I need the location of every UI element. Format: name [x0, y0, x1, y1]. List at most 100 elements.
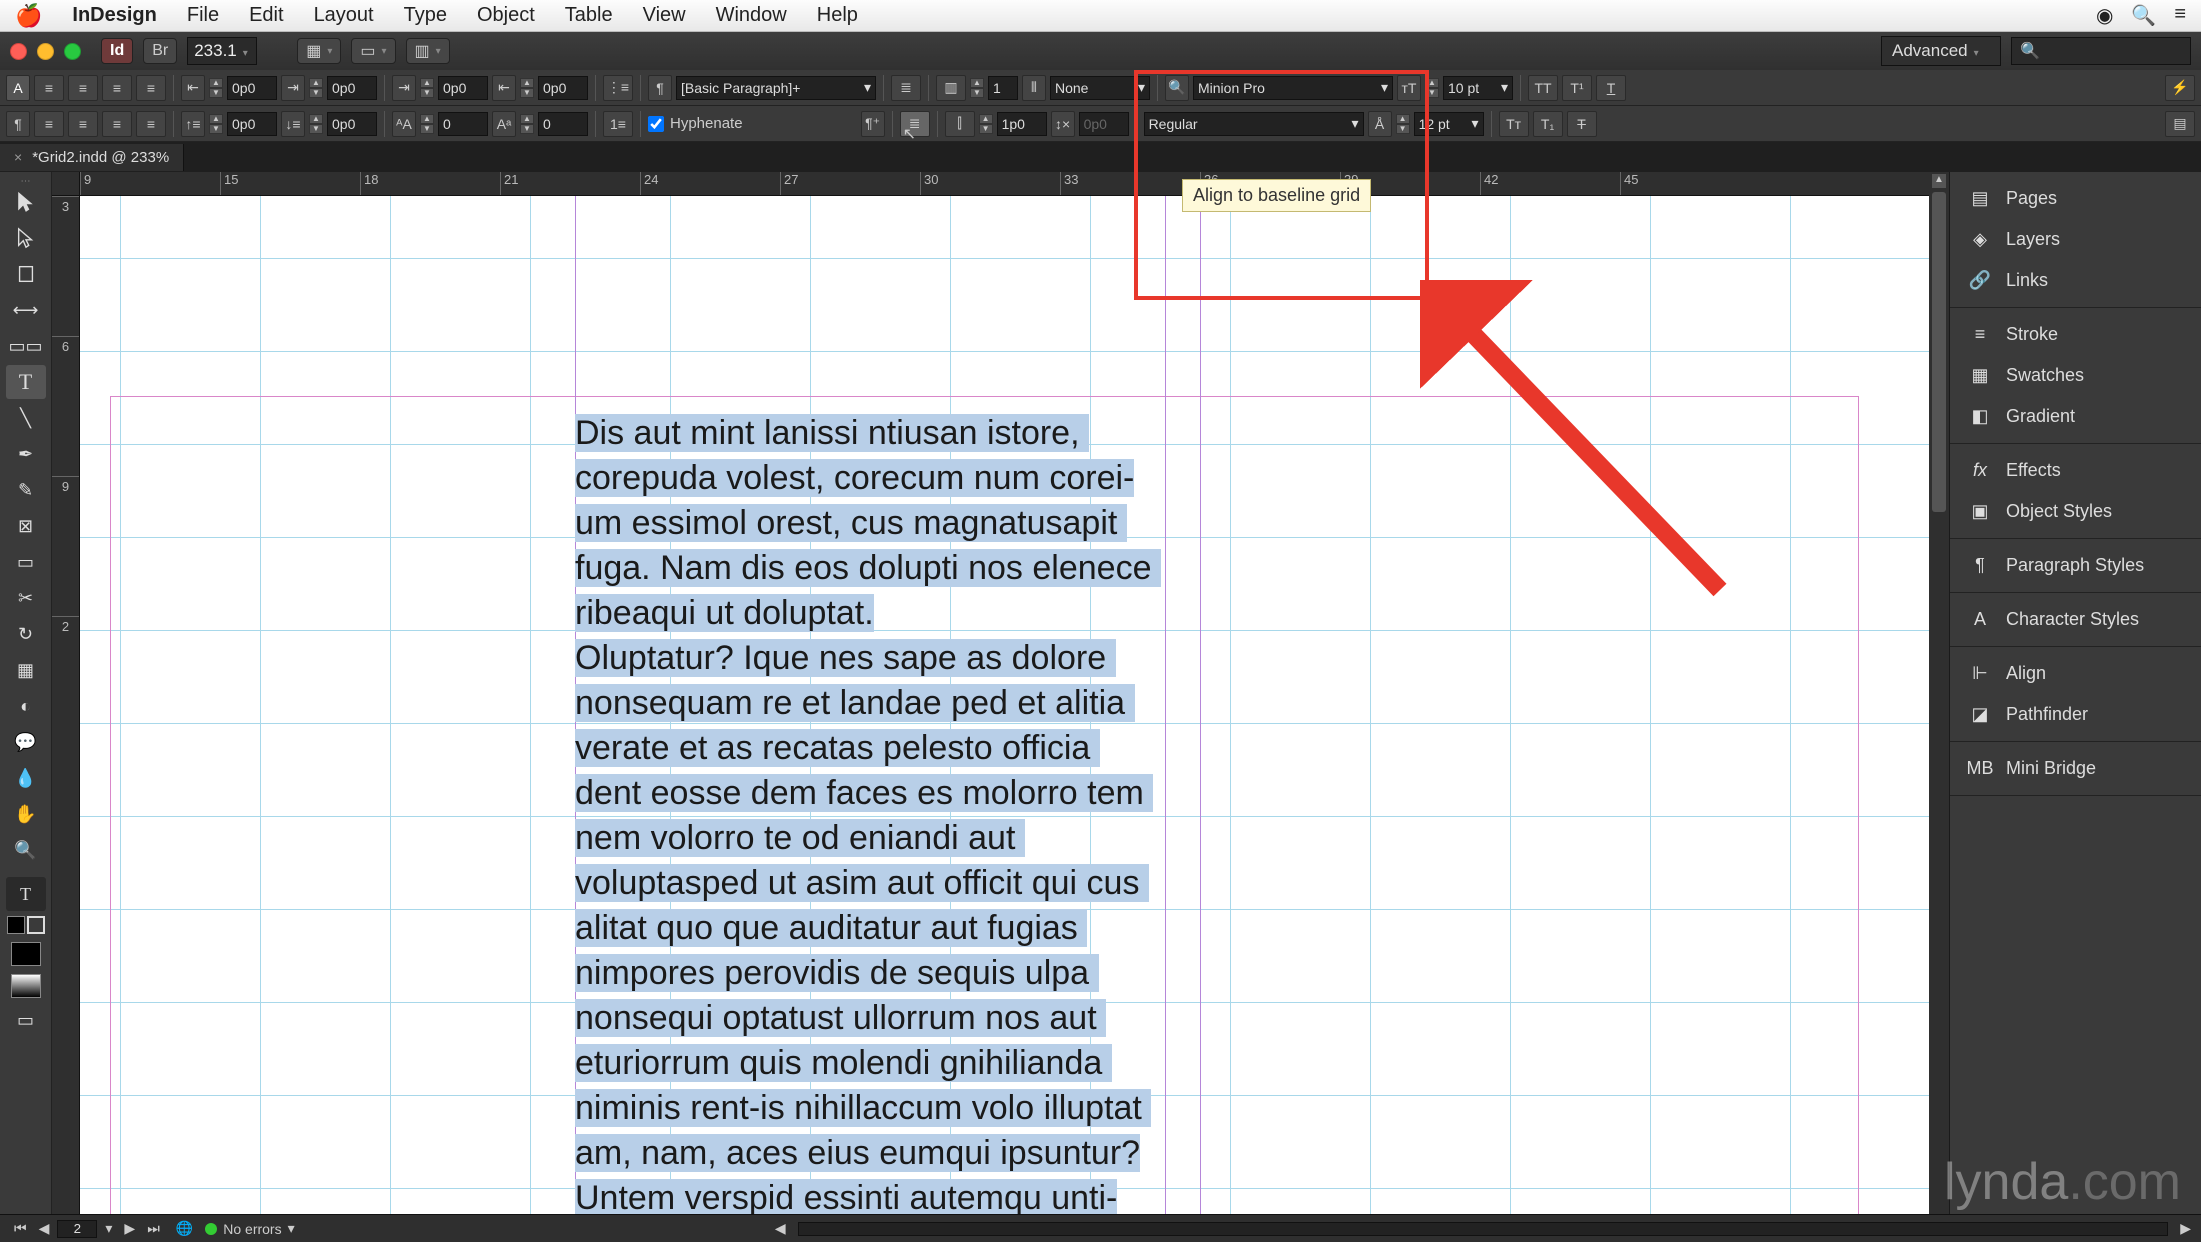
type-tool[interactable]: T	[6, 365, 46, 399]
last-page-icon[interactable]: ⏭	[143, 1220, 164, 1237]
hyphenate-checkbox[interactable]: Hyphenate	[648, 115, 743, 132]
space-before-input[interactable]	[227, 112, 277, 136]
small-caps-icon[interactable]: Tᴛ	[1499, 111, 1529, 137]
status-scroll-left-icon[interactable]: ◀	[775, 1220, 786, 1237]
font-size-dropdown[interactable]: 10 pt▾	[1443, 76, 1513, 100]
scissors-tool[interactable]: ✂	[6, 581, 46, 615]
drop-cap-chars-stepper[interactable]: ▲▼	[520, 114, 534, 134]
align-center-icon[interactable]: ≡	[68, 75, 98, 101]
last-line-stepper[interactable]: ▲▼	[520, 78, 534, 98]
open-file-icon[interactable]: 🌐	[176, 1220, 193, 1237]
window-close-button[interactable]	[10, 43, 27, 60]
pen-tool[interactable]: ✒	[6, 437, 46, 471]
columns-input[interactable]	[988, 76, 1018, 100]
indent-left-input[interactable]	[227, 76, 277, 100]
drop-cap-lines-stepper[interactable]: ▲▼	[420, 114, 434, 134]
space-after-stepper[interactable]: ▲▼	[309, 114, 323, 134]
rectangle-frame-tool[interactable]: ⊠	[6, 509, 46, 543]
apply-color-button[interactable]	[11, 942, 41, 966]
fill-stroke-swap[interactable]: T	[6, 877, 46, 911]
spotlight-icon[interactable]: 🔍	[2131, 3, 2156, 28]
window-maximize-button[interactable]	[64, 43, 81, 60]
justify-right-icon[interactable]: ≡	[102, 111, 132, 137]
menu-help[interactable]: Help	[817, 4, 858, 27]
note-tool[interactable]: 💬	[6, 725, 46, 759]
horizontal-ruler[interactable]: 91518 212427 303336 394245	[80, 172, 1929, 196]
strikethrough-icon[interactable]: T	[1567, 111, 1597, 137]
default-stroke-icon[interactable]	[27, 916, 45, 934]
indent-left-stepper[interactable]: ▲▼	[209, 78, 223, 98]
justify-all-icon[interactable]: ≡	[136, 111, 166, 137]
text-frame[interactable]: Dis aut mint lanissi ntiusan istore, cor…	[575, 411, 1165, 1214]
panel-paragraph-styles[interactable]: ¶Paragraph Styles	[1950, 545, 2201, 586]
pencil-tool[interactable]: ✎	[6, 473, 46, 507]
panel-links[interactable]: 🔗Links	[1950, 260, 2201, 301]
menu-table[interactable]: Table	[565, 4, 613, 27]
paragraph-mode-button[interactable]: ¶	[6, 111, 30, 137]
scroll-up-icon[interactable]: ▲	[1932, 174, 1946, 188]
cc-icon[interactable]: ◉	[2096, 3, 2113, 28]
hyphenate-input[interactable]	[648, 116, 664, 132]
screen-mode-button[interactable]: ▭	[351, 38, 395, 64]
page-number-input[interactable]	[57, 1220, 97, 1238]
app-name[interactable]: InDesign	[72, 4, 156, 27]
page-navigator[interactable]: ⏮ ◀ ▾ ▶ ⏭	[10, 1220, 164, 1238]
vertical-ruler[interactable]: 3692	[52, 196, 80, 1214]
zoom-tool[interactable]: 🔍	[6, 833, 46, 867]
indent-right-stepper[interactable]: ▲▼	[309, 78, 323, 98]
panel-layers[interactable]: ◈Layers	[1950, 219, 2201, 260]
underline-icon[interactable]: T	[1596, 75, 1626, 101]
panel-character-styles[interactable]: ACharacter Styles	[1950, 599, 2201, 640]
panel-align[interactable]: ⊩Align	[1950, 653, 2201, 694]
align-to-baseline-grid-button[interactable]: ≣ ↖	[900, 111, 930, 137]
body-text[interactable]: Dis aut mint lanissi ntiusan istore, cor…	[575, 414, 1161, 1214]
rectangle-tool[interactable]: ▭	[6, 545, 46, 579]
align-right-icon[interactable]: ≡	[102, 75, 132, 101]
search-field[interactable]: 🔍	[2011, 37, 2191, 65]
view-options-button[interactable]: ▦	[297, 38, 341, 64]
numbering-icon[interactable]: 1≡	[603, 111, 633, 137]
preflight-dropdown-icon[interactable]: ▾	[288, 1220, 295, 1237]
panel-menu-icon[interactable]: ▤	[2165, 111, 2195, 137]
justify-left-icon[interactable]: ≡	[34, 111, 64, 137]
menu-extras-icon[interactable]: ≡	[2174, 3, 2186, 28]
apply-gradient-button[interactable]	[11, 974, 41, 998]
menu-view[interactable]: View	[643, 4, 686, 27]
bridge-button[interactable]: Br	[143, 38, 177, 64]
space-before-stepper[interactable]: ▲▼	[209, 114, 223, 134]
gap-tool[interactable]: ⟷	[6, 293, 46, 327]
free-transform-tool[interactable]: ↻	[6, 617, 46, 651]
selection-tool[interactable]	[6, 185, 46, 219]
gradient-swatch-tool[interactable]: ▦	[6, 653, 46, 687]
paragraph-style-dropdown[interactable]: [Basic Paragraph]+▾	[676, 76, 876, 100]
indent-right-input[interactable]	[327, 76, 377, 100]
apple-icon[interactable]: 🍎	[15, 3, 42, 29]
subscript-icon[interactable]: T₁	[1533, 111, 1563, 137]
scroll-thumb[interactable]	[1932, 192, 1946, 512]
status-scroll-right-icon[interactable]: ▶	[2180, 1220, 2191, 1237]
drop-cap-chars-input[interactable]	[538, 112, 588, 136]
align-justify-icon[interactable]: ≡	[136, 75, 166, 101]
horizontal-scrollbar[interactable]	[798, 1222, 2169, 1236]
character-mode-button[interactable]: A	[6, 75, 30, 101]
line-tool[interactable]: ╲	[6, 401, 46, 435]
vertical-scrollbar[interactable]: ▲	[1929, 172, 1949, 1214]
gutter-input[interactable]	[997, 112, 1047, 136]
close-tab-icon[interactable]: ×	[14, 149, 22, 165]
menu-type[interactable]: Type	[404, 4, 447, 27]
panel-pathfinder[interactable]: ◪Pathfinder	[1950, 694, 2201, 735]
panel-effects[interactable]: fxEffects	[1950, 450, 2201, 491]
panel-swatches[interactable]: ▦Swatches	[1950, 355, 2201, 396]
drop-cap-lines-input[interactable]	[438, 112, 488, 136]
columns-stepper[interactable]: ▲▼	[970, 78, 984, 98]
panel-object-styles[interactable]: ▣Object Styles	[1950, 491, 2201, 532]
space-after-input[interactable]	[327, 112, 377, 136]
gutter-stepper[interactable]: ▲▼	[979, 114, 993, 134]
last-line-input[interactable]	[538, 76, 588, 100]
page-tool[interactable]	[6, 257, 46, 291]
eyedropper-tool[interactable]: 💧	[6, 761, 46, 795]
content-collector-tool[interactable]: ▭▭	[6, 329, 46, 363]
menu-edit[interactable]: Edit	[249, 4, 283, 27]
first-page-icon[interactable]: ⏮	[10, 1220, 31, 1237]
zoom-level-field[interactable]: 233.1	[187, 37, 257, 65]
